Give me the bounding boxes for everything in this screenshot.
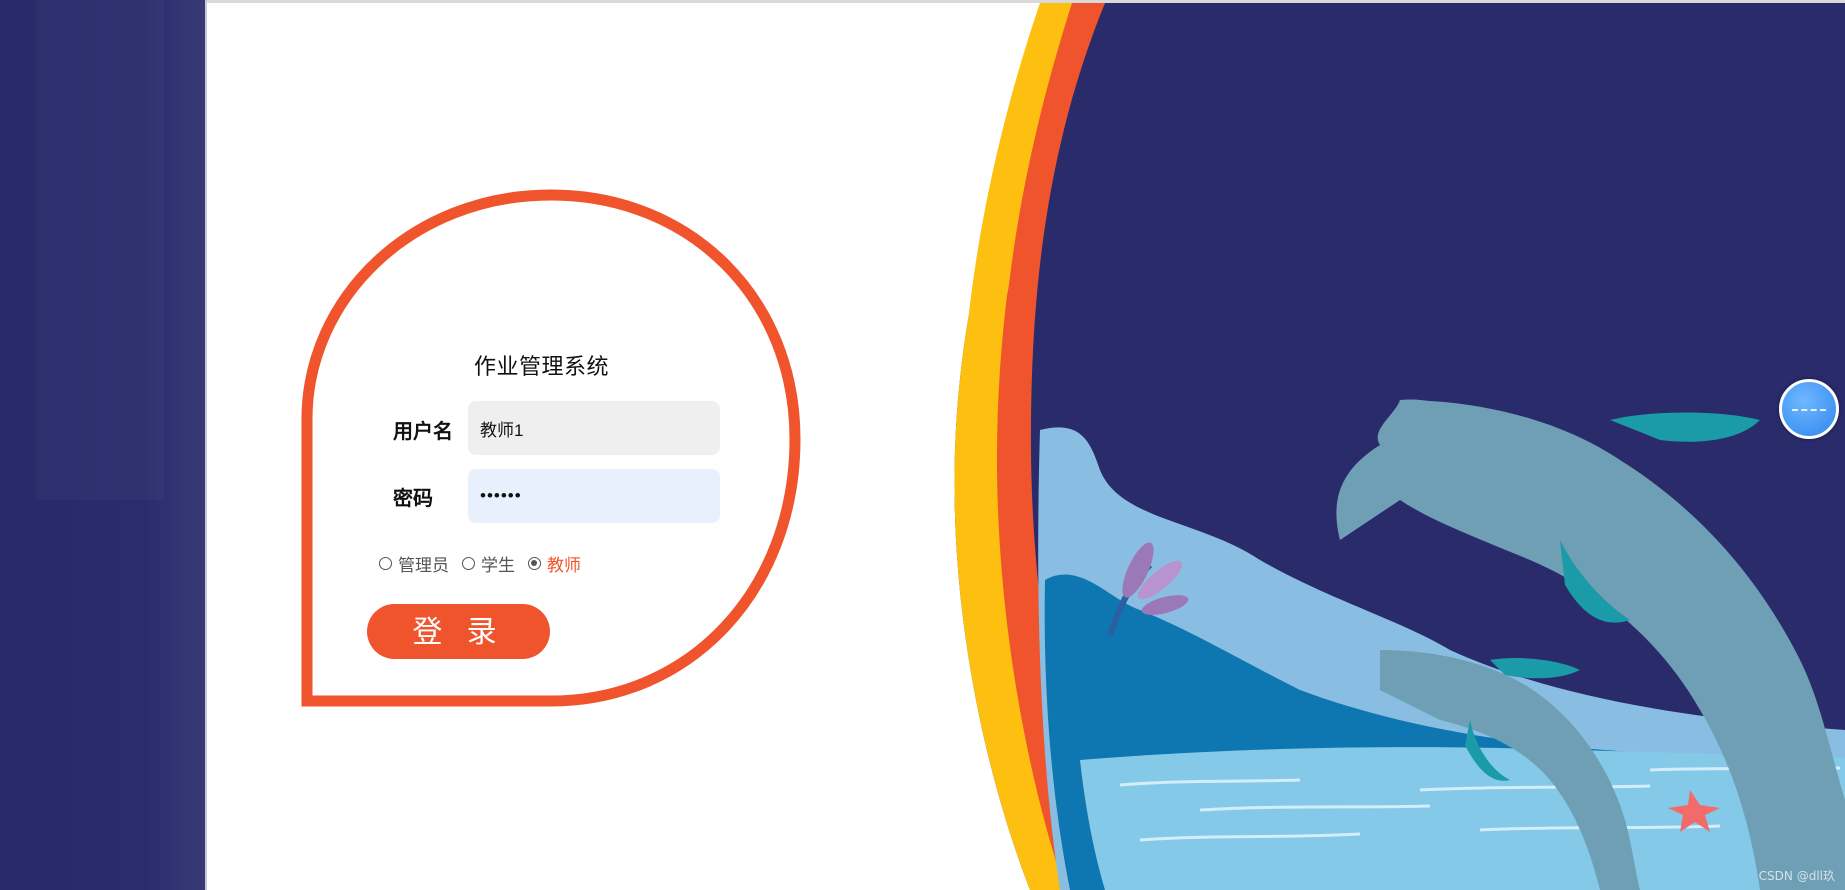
role-teacher-radio[interactable]: 教师 [528, 551, 581, 576]
username-input[interactable] [468, 401, 720, 455]
login-page: 作业管理系统 用户名 密码 管理员 学生 教师 登 录 CSDN @dll玖 [0, 0, 1845, 890]
radio-checked-icon [528, 557, 541, 570]
top-border [207, 0, 1845, 3]
floating-assistant-icon[interactable] [1779, 379, 1839, 439]
watermark: CSDN @dll玖 [1758, 869, 1835, 883]
password-input[interactable] [468, 469, 720, 523]
radio-circle-icon [379, 557, 392, 570]
role-teacher-label: 教师 [547, 556, 581, 576]
role-student-label: 学生 [481, 556, 515, 576]
radio-circle-icon [462, 557, 475, 570]
role-selector: 管理员 学生 教师 [379, 551, 594, 576]
system-title: 作业管理系统 [474, 355, 610, 380]
password-label: 密码 [393, 486, 433, 510]
dash-line-icon [1792, 409, 1826, 411]
role-admin-label: 管理员 [398, 556, 449, 576]
username-label: 用户名 [393, 419, 453, 443]
role-admin-radio[interactable]: 管理员 [379, 551, 449, 576]
login-button[interactable]: 登 录 [367, 604, 550, 659]
background-illustration [207, 3, 1845, 890]
role-student-radio[interactable]: 学生 [462, 551, 515, 576]
